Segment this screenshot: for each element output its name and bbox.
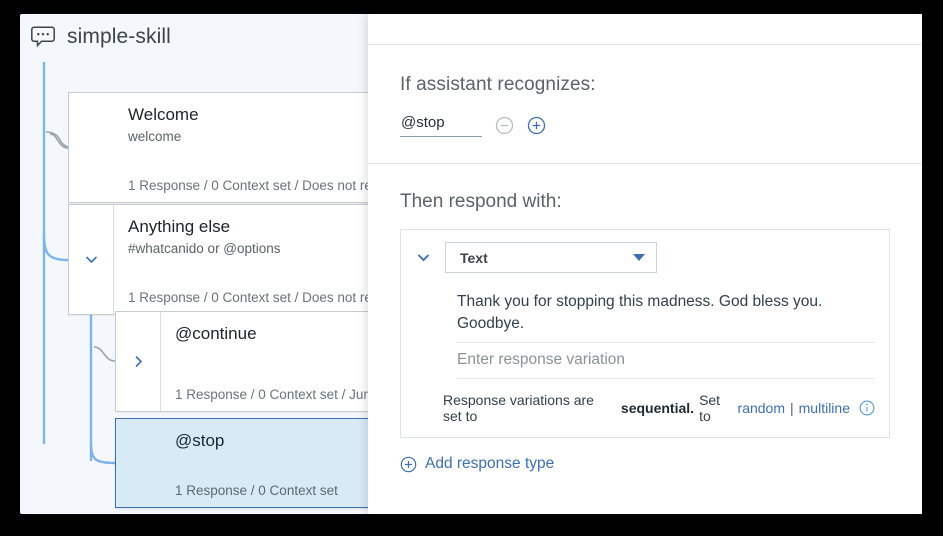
note-separator: | (790, 400, 794, 416)
variation-note-prefix: Response variations are set to (443, 392, 594, 424)
response-variation-new-input[interactable]: Enter response variation (457, 343, 875, 379)
chevron-right-icon (130, 353, 147, 370)
plus-circle-icon (400, 456, 417, 473)
node-toggle-anything-else[interactable] (69, 205, 114, 314)
variation-note-mode: sequential. (620, 400, 695, 416)
condition-label: If assistant recognizes: (400, 74, 596, 95)
node-meta: 1 Response / 0 Context set / Does not re… (128, 178, 396, 193)
set-random-link[interactable]: random (738, 400, 785, 416)
set-multiline-link[interactable]: multiline (799, 400, 850, 416)
minus-circle-icon[interactable] (495, 116, 514, 135)
response-variations-list: Thank you for stopping this madness. God… (401, 285, 889, 379)
response-card: Text Thank you for stopping this madness… (400, 229, 890, 438)
variation-mode-note: Response variations are set to sequentia… (401, 379, 889, 437)
response-variation-input[interactable]: Thank you for stopping this madness. God… (457, 285, 875, 343)
variation-note-setto: Set to (699, 392, 721, 424)
panel-top-strip (368, 14, 922, 44)
response-label: Then respond with: (400, 191, 562, 212)
caret-down-icon (633, 254, 645, 261)
chevron-down-icon[interactable] (415, 249, 432, 266)
chevron-down-icon (83, 251, 100, 268)
node-meta: 1 Response / 0 Context set / Does not re… (128, 290, 396, 305)
response-section: Then respond with: Text Thank you for st… (368, 164, 922, 473)
condition-row: @stop (400, 114, 890, 137)
response-type-select[interactable]: Text (445, 242, 657, 273)
node-toggle-continue[interactable] (116, 312, 161, 411)
node-editor-panel[interactable]: If assistant recognizes: @stop Then resp… (368, 14, 922, 514)
node-toggle-stop[interactable] (116, 419, 161, 507)
info-circle-icon[interactable] (855, 400, 875, 416)
node-meta: 1 Response / 0 Context set / Jump to (175, 387, 398, 402)
plus-circle-icon[interactable] (527, 116, 546, 135)
node-meta: 1 Response / 0 Context set (175, 483, 338, 498)
add-response-type-button[interactable]: Add response type (400, 455, 890, 473)
response-card-header: Text (401, 230, 889, 285)
node-toggle-welcome[interactable] (69, 93, 114, 202)
screenshot-root: simple-skill Welcome welcome 1 Response (0, 0, 943, 536)
condition-section: If assistant recognizes: @stop (368, 45, 922, 163)
add-response-type-label: Add response type (425, 455, 555, 472)
condition-value-input[interactable]: @stop (400, 114, 482, 137)
response-type-value: Text (460, 249, 488, 266)
